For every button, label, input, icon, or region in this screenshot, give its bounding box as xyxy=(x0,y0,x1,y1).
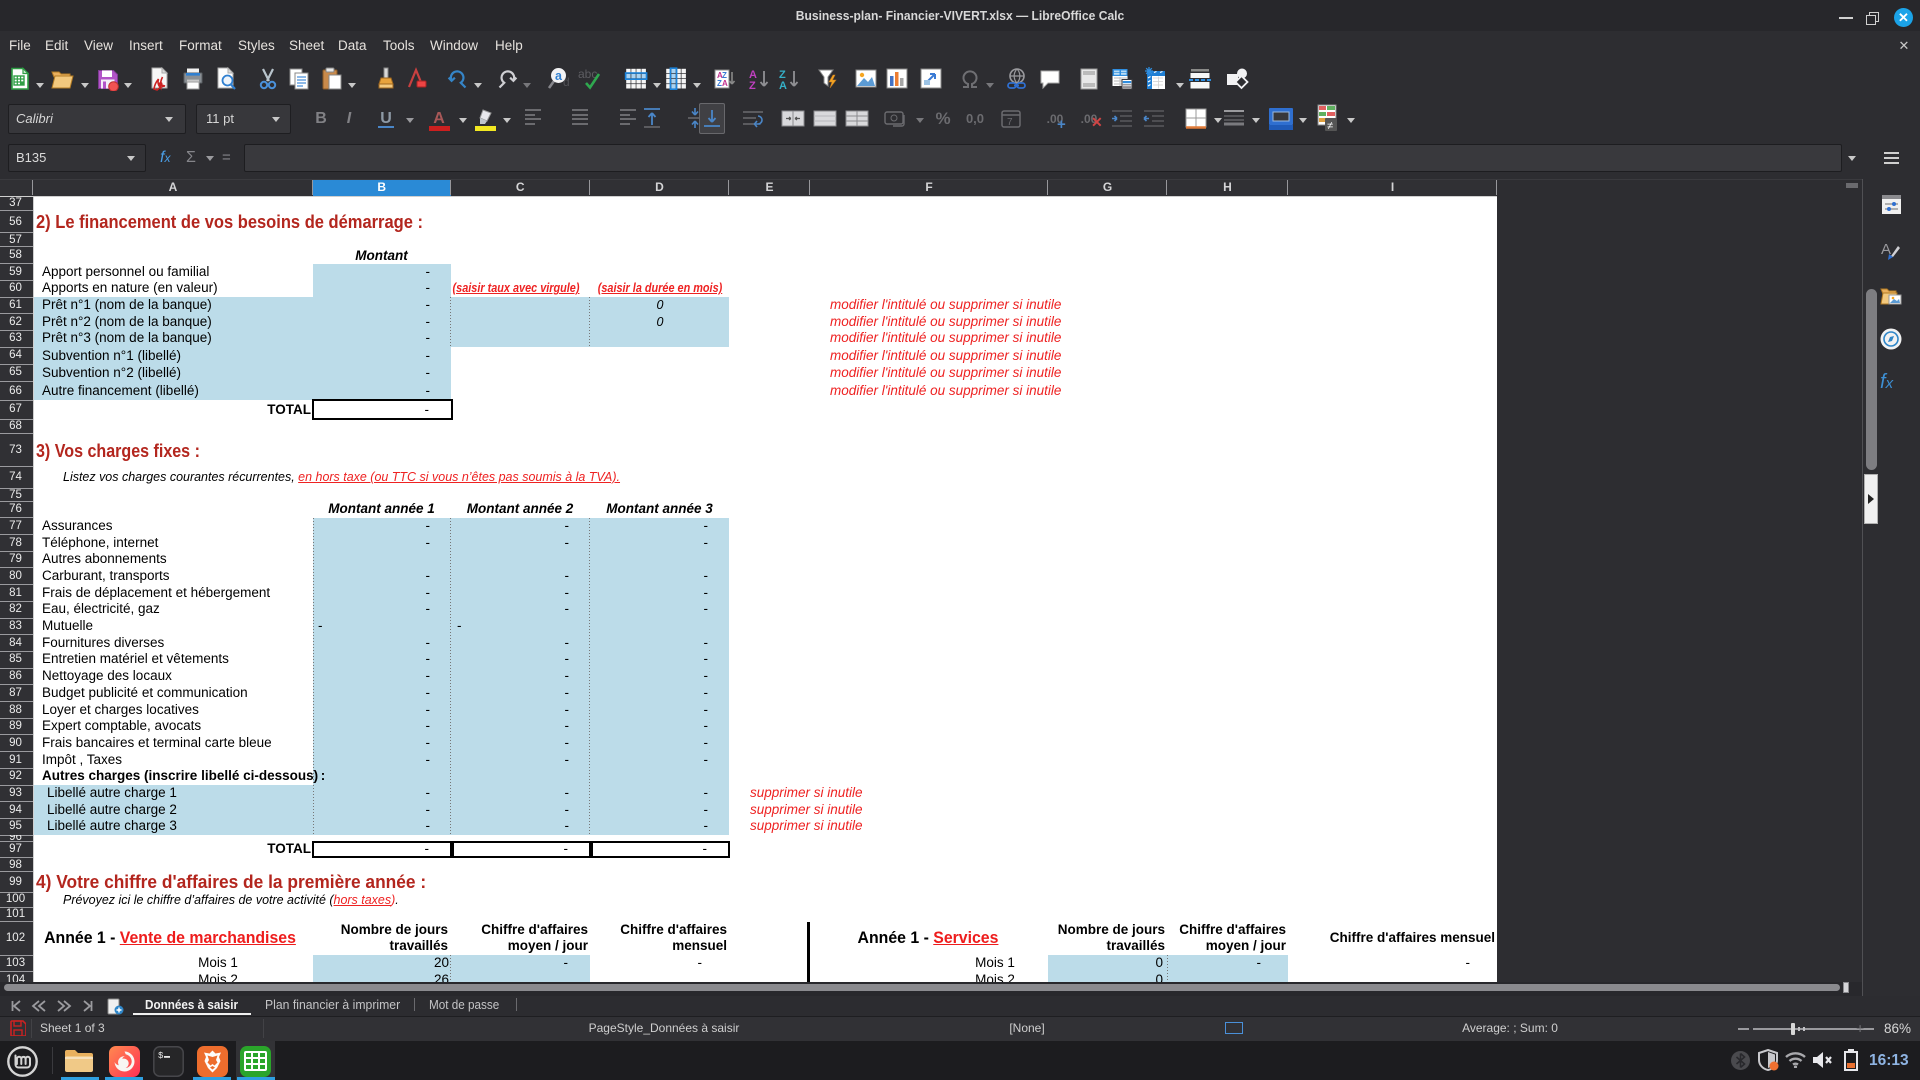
svg-text:A: A xyxy=(779,80,787,91)
svg-text:≠: ≠ xyxy=(1327,120,1333,132)
svg-text:$: $ xyxy=(158,1051,164,1061)
svg-text:7: 7 xyxy=(1007,117,1013,128)
svg-text:a: a xyxy=(555,69,563,83)
svg-text:A: A xyxy=(722,79,728,88)
svg-text:Z: Z xyxy=(749,80,756,91)
